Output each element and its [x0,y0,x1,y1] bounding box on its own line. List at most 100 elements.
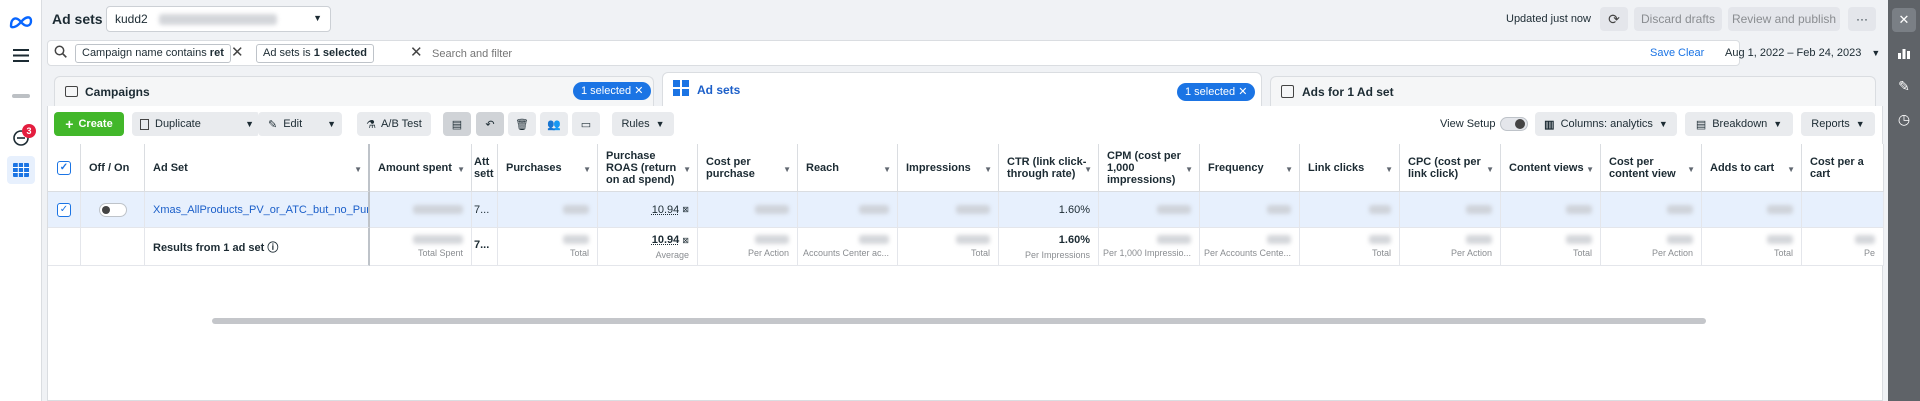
meta-logo-icon[interactable] [7,8,35,36]
ab-test-button[interactable]: ⚗ A/B Test [357,112,431,136]
discard-drafts-button[interactable]: Discard drafts [1634,7,1722,31]
account-avatar-icon[interactable] [7,82,35,110]
history-button[interactable]: ◷ [1892,107,1916,131]
preview-button[interactable]: ▭ [572,112,600,136]
undo-button[interactable]: ↶ [476,112,504,136]
columns-button[interactable]: ▥ Columns: analytics ▼ [1535,112,1677,136]
column-header[interactable]: Cost per content view ▼ [1601,144,1702,192]
tab-campaigns[interactable]: Campaigns 1 selected ✕ [54,76,654,106]
row-checkbox[interactable]: ✓ [57,202,71,217]
column-header[interactable]: Impressions ▼ [898,144,999,192]
column-header[interactable]: Reach ▼ [798,144,898,192]
ad-sets-grid-icon [673,80,689,99]
impressions-cell [898,192,999,228]
edit-button[interactable]: ✎ Edit ▼ [258,112,342,136]
column-header[interactable]: Cost per a cart [1802,144,1884,192]
column-header[interactable]: Frequency ▼ [1200,144,1300,192]
create-button[interactable]: + Create [54,112,124,136]
column-header[interactable]: Att sett [472,144,498,192]
duplicate-icon [140,118,149,130]
roas-value[interactable]: 10.94 [652,204,680,216]
cpm-cell [1099,192,1200,228]
button-label: Edit [283,118,303,130]
cpc-cell [1400,192,1501,228]
column-header[interactable]: CPC (cost per link click) ▼ [1400,144,1501,192]
charts-button[interactable] [1892,41,1916,65]
tab-ad-sets[interactable]: Ad sets 1 selected ✕ [662,72,1262,106]
ads-manager-table-icon[interactable] [7,156,35,184]
column-header[interactable]: Amount spent ▼ [370,144,472,192]
column-header[interactable]: Ad Set ▼ [145,144,370,192]
sort-icon: ▼ [583,165,591,174]
result-cell: Total [898,228,999,266]
audience-button[interactable]: 👥 [540,112,568,136]
menu-icon[interactable] [7,41,35,69]
breakdown-button[interactable]: ▤ Breakdown ▼ [1685,112,1793,136]
redacted-value [1855,235,1875,244]
off-on-toggle[interactable] [98,202,127,217]
date-range-picker[interactable]: Aug 1, 2022 – Feb 24, 2023 ▼ [1720,40,1884,66]
edit-panel-button[interactable]: ✎ [1892,74,1916,98]
column-header[interactable]: Purchases ▼ [498,144,598,192]
filter-chip-campaign-name[interactable]: Campaign name contains ret [75,44,231,63]
account-selector[interactable]: kudd2 ▼ [106,6,331,32]
save-filter-link[interactable]: Save [1650,47,1675,59]
rules-button[interactable]: Rules ▼ [612,112,674,136]
result-sublabel: Pe [1863,248,1875,258]
result-cell: 7... [472,228,498,266]
result-sublabel: Per Action [1450,248,1492,258]
button-label: Create [78,118,113,130]
column-header[interactable]: Cost per purchase ▼ [698,144,798,192]
tab-label: Campaigns [85,84,150,99]
ad-set-name-link[interactable]: Xmas_AllProducts_PV_or_ATC_but_no_Pur_1.… [153,204,368,216]
select-all-header[interactable]: ✓ [48,144,81,192]
redacted-value [1267,235,1291,244]
toolbar: + Create Duplicate ▼ ✎ Edit ▼ ⚗ A/B Test ▤ … [48,106,1884,142]
delete-button[interactable]: 🗑 [508,112,536,136]
filter-chip-ad-sets[interactable]: Ad sets is 1 selected [256,44,374,63]
column-header[interactable]: Adds to cart ▼ [1702,144,1802,192]
close-icon[interactable]: ✕ [410,44,423,62]
column-header[interactable]: Content views ▼ [1501,144,1601,192]
left-nav: 3 [0,0,42,401]
sort-icon: ▼ [984,165,992,174]
chevron-down-icon: ▼ [655,119,665,129]
redacted-value [1157,235,1191,244]
search-input[interactable] [432,45,932,62]
redacted-value [859,205,889,214]
select-all-checkbox[interactable]: ✓ [57,160,71,175]
result-sublabel: Total Spent [417,248,463,258]
refresh-button[interactable]: ⟳ [1600,7,1628,31]
ad-set-name-cell[interactable]: Xmas_AllProducts_PV_or_ATC_but_no_Pur_1.… [145,192,370,228]
column-header[interactable]: Purchase ROAS (return on ad spend) ▼ [598,144,698,192]
column-header[interactable]: CTR (link click-through rate) ▼ [999,144,1099,192]
selected-pill[interactable]: 1 selected ✕ [1177,83,1256,101]
notifications-icon[interactable]: 3 [7,124,36,152]
result-cell: Total [1300,228,1400,266]
column-header[interactable]: Off / On [81,144,145,192]
cost-per-purchase-cell [698,192,798,228]
result-cell: 10.94 ⊠ Average [598,228,698,266]
content-views-cell [1501,192,1601,228]
close-panel-button[interactable]: ✕ [1892,8,1916,32]
clipboard-button[interactable]: ▤ [443,112,471,136]
tab-ads[interactable]: Ads for 1 Ad set [1270,76,1876,106]
column-header[interactable]: Link clicks ▼ [1300,144,1400,192]
column-header[interactable]: CPM (cost per 1,000 impressions) ▼ [1099,144,1200,192]
tab-label: Ad sets [697,82,741,97]
row-checkbox-cell[interactable]: ✓ [48,192,81,228]
more-options-button[interactable]: ··· [1848,7,1876,31]
link-clicks-cell [1300,192,1400,228]
selected-pill[interactable]: 1 selected ✕ [573,82,652,100]
redacted-value [1157,205,1191,214]
horizontal-scrollbar[interactable] [212,318,1706,324]
clear-filter-link[interactable]: Clear [1678,47,1704,59]
close-icon[interactable]: ✕ [231,44,244,62]
date-range-label: Aug 1, 2022 – Feb 24, 2023 [1725,47,1862,59]
on-off-cell[interactable] [81,192,145,228]
view-setup-toggle[interactable] [1500,117,1528,131]
review-publish-button[interactable]: Review and publish [1728,7,1840,31]
reports-button[interactable]: Reports ▼ [1801,112,1875,136]
update-status: Updated just now [1506,13,1591,25]
duplicate-button[interactable]: Duplicate ▼ [132,112,260,136]
